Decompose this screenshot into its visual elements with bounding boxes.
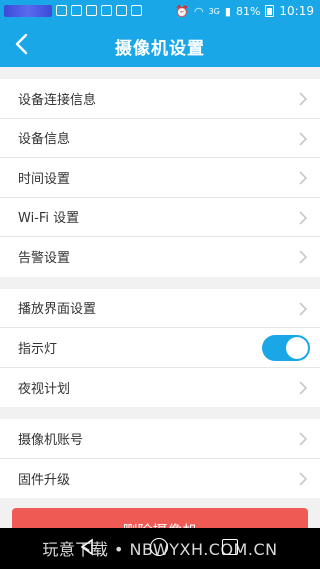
toggle-knob: [286, 337, 308, 359]
carrier-name-blurred: [4, 5, 52, 17]
battery-percent: 81%: [235, 4, 261, 18]
row-label: 指示灯: [18, 341, 58, 357]
row-wifi-settings[interactable]: Wi-Fi 设置: [0, 198, 320, 237]
wifi-icon: ◠: [193, 4, 204, 18]
clock-time: 10:19: [279, 4, 314, 18]
app-icon: [101, 5, 112, 16]
row-label: 播放界面设置: [18, 302, 97, 318]
row-label: 夜视计划: [18, 381, 71, 397]
settings-group-account: 摄像机账号 固件升级: [0, 419, 320, 498]
page-title: 摄像机设置: [115, 39, 205, 59]
indicator-light-toggle[interactable]: [262, 335, 310, 361]
row-time-settings[interactable]: 时间设置: [0, 158, 320, 198]
image-icon: [71, 5, 82, 16]
row-device-info[interactable]: 设备信息: [0, 119, 320, 158]
row-label: 时间设置: [18, 171, 71, 187]
row-label: 设备连接信息: [18, 92, 97, 108]
alarm-icon: ⏰: [175, 4, 189, 18]
chevron-right-icon: [299, 380, 308, 395]
battery-icon: [265, 5, 275, 17]
status-bar: ⏰ ◠ 3G ▮ 81% 10:19: [0, 0, 320, 22]
row-label: 设备信息: [18, 132, 71, 148]
settings-group-device: 设备连接信息 设备信息 时间设置 Wi-Fi 设置 告警设置: [0, 79, 320, 277]
signal-icon: ▮: [224, 4, 231, 18]
row-alarm-settings[interactable]: 告警设置: [0, 237, 320, 277]
settings-group-display: 播放界面设置 指示灯 夜视计划: [0, 288, 320, 408]
notification-icon: [56, 5, 67, 16]
chevron-right-icon: [299, 92, 308, 106]
network-type-label: 3G: [208, 6, 220, 16]
notification-icons: [56, 5, 142, 16]
row-label: Wi-Fi 设置: [18, 211, 80, 227]
title-bar: 摄像机设置: [0, 22, 320, 67]
row-playback-settings[interactable]: 播放界面设置: [0, 289, 320, 328]
watermark-text: 玩意下载 • NBWYXH.COM.CN: [42, 540, 278, 559]
row-label: 固件升级: [18, 472, 71, 488]
chevron-right-icon: [299, 471, 308, 486]
cloud-icon: [116, 5, 127, 16]
row-label: 告警设置: [18, 251, 71, 267]
chevron-right-icon: [299, 131, 308, 146]
row-night-vision-schedule[interactable]: 夜视计划: [0, 368, 320, 408]
row-label: 摄像机账号: [18, 432, 84, 448]
chevron-right-icon: [299, 250, 308, 264]
row-camera-account[interactable]: 摄像机账号: [0, 419, 320, 459]
chevron-right-icon: [299, 171, 308, 185]
chevron-right-icon: [299, 210, 308, 225]
row-indicator-light: 指示灯: [0, 328, 320, 368]
chevron-right-icon: [299, 301, 308, 316]
message-icon: [131, 5, 142, 16]
row-firmware-upgrade[interactable]: 固件升级: [0, 459, 320, 499]
row-device-connection-info[interactable]: 设备连接信息: [0, 79, 320, 119]
lock-icon: [86, 5, 97, 16]
settings-list: 设备连接信息 设备信息 时间设置 Wi-Fi 设置 告警设置 播放界面设置 指示…: [0, 67, 320, 498]
chevron-right-icon: [299, 432, 308, 446]
